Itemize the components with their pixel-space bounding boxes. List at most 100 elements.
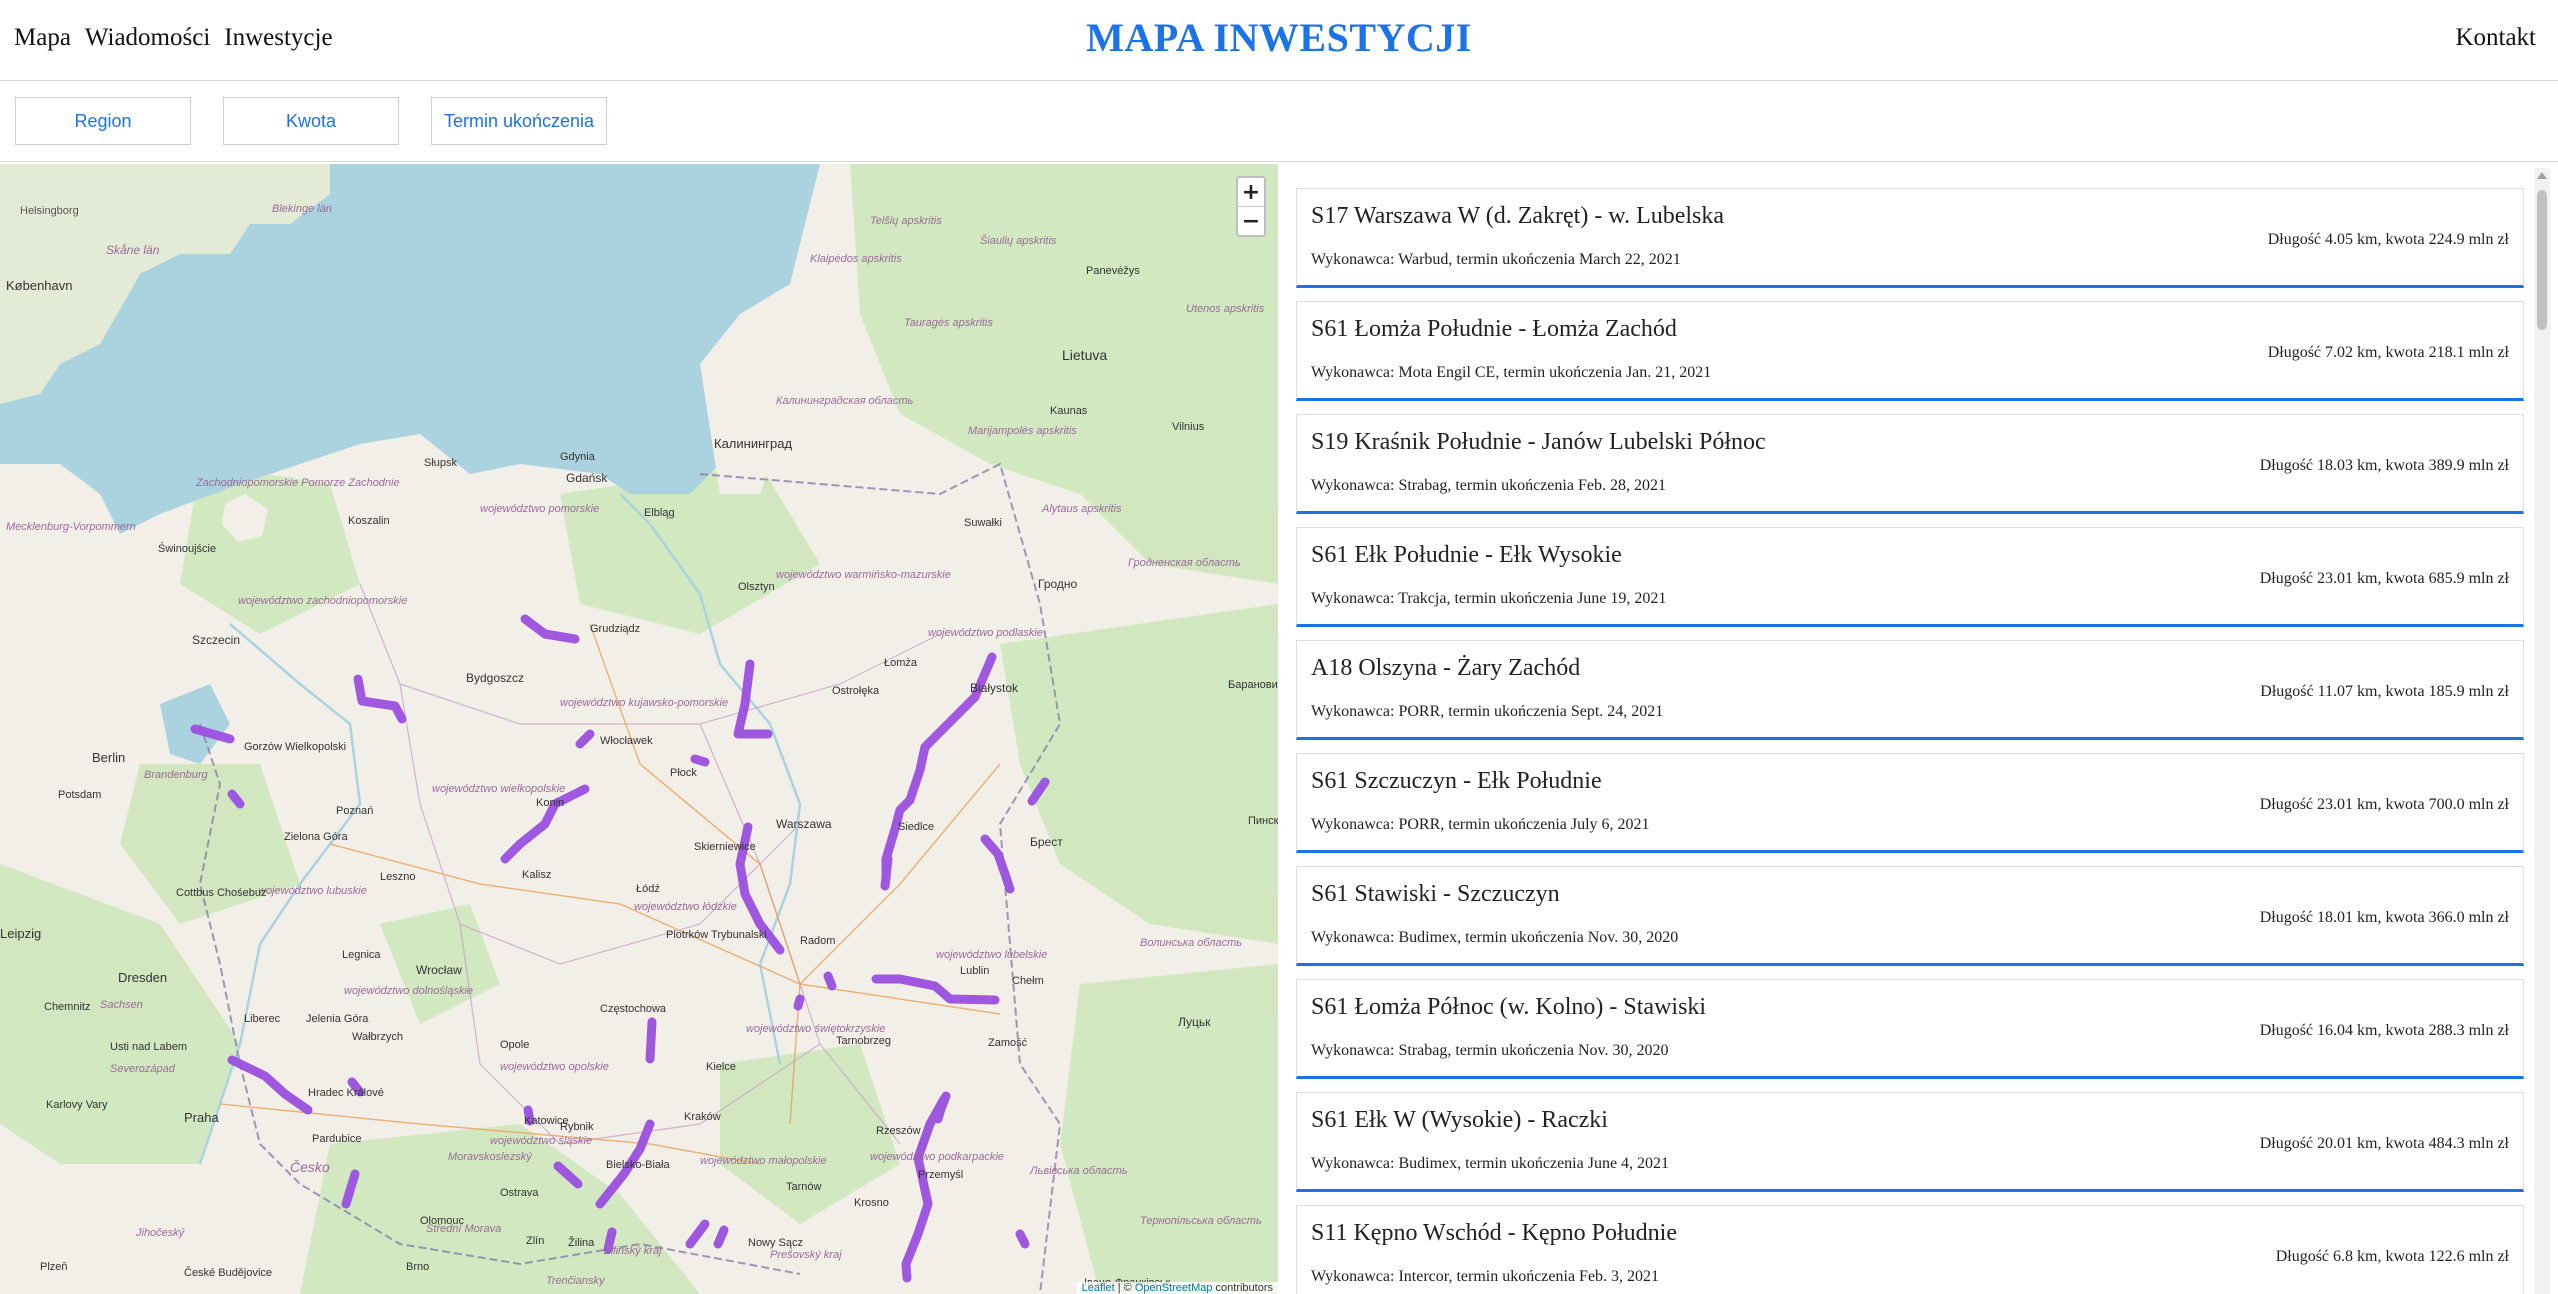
investment-card[interactable]: A18 Olszyna - Żary Zachód Wykonawca: POR… [1296,640,2524,740]
investment-card[interactable]: S61 Ełk Południe - Ełk Wysokie Wykonawca… [1296,527,2524,627]
map-label: Płock [670,767,697,779]
map-label: Telšių apskritis [870,215,942,227]
map-canvas[interactable]: Helsingborg København Skåne län Blekinge… [0,164,1278,1294]
map-label: Bydgoszcz [466,671,524,685]
zoom-out-button[interactable]: − [1238,207,1264,235]
map-label: województwo opolskie [500,1061,609,1073]
map-label: województwo zachodniopomorskie [238,595,407,607]
investment-title: A18 Olszyna - Żary Zachód [1311,655,1581,681]
map-label: Liberec [244,1013,281,1025]
map-label: Opole [500,1039,529,1051]
map-label: Słupsk [424,457,458,469]
map-label: Ostrołęka [832,685,880,697]
map-label: Elbląg [644,507,675,519]
map-label: Skåne län [106,243,160,257]
map-label: Kraków [684,1111,721,1123]
route-30[interactable] [1015,1229,1030,1249]
route-4[interactable] [227,789,245,809]
investment-title: S61 Stawiski - Szczuczyn [1311,881,1560,907]
investment-card[interactable]: S61 Stawiski - Szczuczyn Wykonawca: Budi… [1296,866,2524,966]
zoom-in-button[interactable]: + [1238,178,1264,207]
route-27[interactable] [713,1225,729,1249]
filter-kwota-button[interactable]: Kwota [223,97,399,145]
investment-contractor: Wykonawca: Strabag, termin ukończenia No… [1311,1042,1669,1059]
map-label: Gorzów Wielkopolski [244,741,346,753]
map-label: Prešovský kraj [770,1249,842,1261]
map-label: Severozápad [110,1063,176,1075]
investment-card[interactable]: S11 Kępno Wschód - Kępno Południe Wykona… [1296,1205,2524,1294]
investment-contractor: Wykonawca: PORR, termin ukończenia Sept.… [1311,703,1664,720]
map-label: Łomża [884,657,918,669]
investment-title: S11 Kępno Wschód - Kępno Południe [1311,1220,1677,1246]
attribution-separator: | © [1114,1282,1135,1294]
map-attribution: Leaflet | © OpenStreetMap contributors [1076,1282,1278,1294]
map-label: województwo łódzkie [634,901,737,913]
investment-card[interactable]: S17 Warszawa W (d. Zakręt) - w. Lubelska… [1296,188,2524,288]
investment-contractor: Wykonawca: Trakcja, termin ukończenia Ju… [1311,590,1667,607]
investment-card[interactable]: S61 Łomża Północ (w. Kolno) - Stawiski W… [1296,979,2524,1079]
scroll-up-arrow-icon[interactable] [2537,172,2547,179]
investment-title: S61 Łomża Południe - Łomża Zachód [1311,316,1677,342]
map-label: Mecklenburg-Vorpommern [6,521,136,533]
map-zoom-control: + − [1236,176,1266,237]
map-label: Hradec Králové [308,1087,384,1099]
map-label: Moravskoslezský [448,1151,533,1163]
map-label: Koszalin [348,515,390,527]
map-label: Bielsko-Biała [606,1159,670,1171]
route-15[interactable] [793,994,805,1011]
route-14[interactable] [823,971,837,991]
map-label: województwo warmińsko-mazurskie [776,569,951,581]
map-label: Tarnów [786,1181,822,1193]
filter-termin-button[interactable]: Termin ukończenia [431,97,607,145]
map-label: Świnoujście [158,542,216,555]
attribution-osm-link[interactable]: OpenStreetMap [1135,1282,1213,1294]
map-label: Пинск [1248,815,1278,827]
map-label: Калининград [714,436,792,451]
map-label: Zachodniopomorskie Pomorze Zachodnie [195,477,400,489]
attribution-suffix: contributors [1212,1282,1273,1294]
investment-map[interactable]: Helsingborg København Skåne län Blekinge… [0,164,1278,1294]
investment-card[interactable]: S19 Kraśnik Południe - Janów Lubelski Pó… [1296,414,2524,514]
map-label: Klaipėdos apskritis [810,253,902,265]
attribution-leaflet-link[interactable]: Leaflet [1082,1282,1115,1294]
map-label: Karlovy Vary [46,1099,108,1111]
map-label: Helsingborg [20,205,79,217]
route-12[interactable] [880,854,893,891]
route-17[interactable] [645,1017,657,1064]
investment-list[interactable]: S17 Warszawa W (d. Zakręt) - w. Lubelska… [1280,164,2558,1294]
map-label: Poznań [336,805,373,817]
map-label: województwo dolnośląskie [344,985,473,997]
map-label: Барановичи [1228,679,1278,691]
map-label: Piotrków Trybunalski [666,929,767,941]
nav-item-kontakt[interactable]: Kontakt [2455,24,2536,52]
map-label: Střední Morava [426,1223,501,1235]
investment-card[interactable]: S61 Szczuczyn - Ełk Południe Wykonawca: … [1296,753,2524,853]
map-label: Vilnius [1172,421,1205,433]
map-label: Alytaus apskritis [1041,503,1122,515]
map-label: Łódź [636,883,660,895]
map-label: Białystok [970,681,1019,695]
investment-title: S17 Warszawa W (d. Zakręt) - w. Lubelska [1311,203,1725,229]
investment-card[interactable]: S61 Ełk W (Wysokie) - Raczki Wykonawca: … [1296,1092,2524,1192]
map-label: Kaunas [1050,405,1088,417]
filter-region-button[interactable]: Region [15,97,191,145]
map-label: Брест [1030,835,1063,849]
map-label: Rybnik [560,1121,594,1133]
map-label: Marijampolės apskritis [968,425,1077,437]
scrollbar-thumb[interactable] [2537,190,2547,330]
investment-card[interactable]: S61 Łomża Południe - Łomża Zachód Wykona… [1296,301,2524,401]
route-7[interactable] [690,754,710,767]
map-label: Chełm [1012,975,1044,987]
map-label: Zlín [526,1235,544,1247]
map-label: Blekinge län [272,203,332,215]
map-label: Wałbrzych [352,1031,403,1043]
map-label: Częstochowa [600,1003,667,1015]
investment-contractor: Wykonawca: PORR, termin ukończenia July … [1311,816,1650,833]
map-label: Sachsen [100,999,143,1011]
map-label: Trenčiansky [546,1275,606,1287]
map-label: Jelenia Góra [306,1013,369,1025]
investment-meta: Długość 11.07 km, kwota 185.9 mln zł [2260,683,2509,700]
site-title[interactable]: MAPA INWESTYCJI [0,14,2558,61]
investment-title: S61 Szczuczyn - Ełk Południe [1311,768,1602,794]
list-scrollbar[interactable] [2534,168,2550,1294]
